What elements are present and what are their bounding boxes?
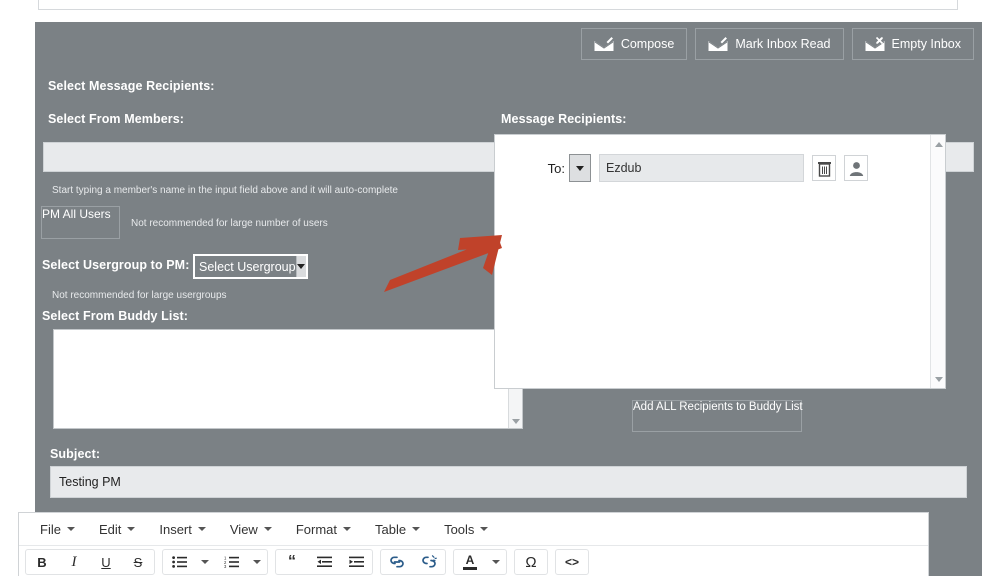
- menu-edit-label: Edit: [98, 521, 122, 537]
- editor-button-bar: B I U S 1 2 3 “ A Ω <>: [19, 546, 928, 578]
- editor-group-link: [380, 549, 446, 575]
- compose-button[interactable]: Compose: [580, 28, 688, 60]
- usergroup-hint: Not recommended for large usergroups: [52, 290, 227, 301]
- red-pointer-arrow: [384, 235, 502, 292]
- svg-text:3: 3: [224, 564, 227, 568]
- bold-icon[interactable]: B: [26, 550, 58, 574]
- mark-inbox-read-button[interactable]: Mark Inbox Read: [695, 28, 844, 60]
- pm-all-users-label: PM All Users: [42, 207, 111, 221]
- menu-table-label: Table: [375, 521, 407, 537]
- bullet-list-dropdown-icon[interactable]: [195, 550, 215, 574]
- recipient-type-dropdown[interactable]: [569, 154, 591, 182]
- italic-icon[interactable]: I: [58, 550, 90, 574]
- menu-tools-label: Tools: [444, 521, 475, 537]
- bullet-list-icon[interactable]: [163, 550, 195, 574]
- inbox-toolbar: Compose Mark Inbox Read Empty Inbox: [580, 28, 974, 60]
- select-usergroup-label: Select Usergroup to PM:: [42, 258, 190, 272]
- text-color-dropdown-icon[interactable]: [486, 550, 506, 574]
- select-from-members-label: Select From Members:: [48, 112, 185, 126]
- editor-group-lists: 1 2 3: [162, 549, 268, 575]
- menu-insert[interactable]: Insert: [148, 518, 217, 541]
- source-code-icon[interactable]: <>: [556, 550, 588, 574]
- editor-menubar: File Edit Insert View Format Table Tools: [19, 513, 928, 546]
- rich-text-editor: File Edit Insert View Format Table Tools…: [18, 512, 929, 576]
- unlink-icon[interactable]: [413, 550, 445, 574]
- menu-format[interactable]: Format: [285, 518, 362, 541]
- top-container-box: [38, 0, 958, 10]
- message-recipients-box: To:: [494, 134, 946, 389]
- chevron-down-icon: [295, 256, 306, 277]
- blockquote-icon[interactable]: “: [276, 550, 308, 574]
- recipient-name-input[interactable]: [599, 154, 804, 182]
- menu-view[interactable]: View: [219, 518, 283, 541]
- outdent-icon[interactable]: [308, 550, 340, 574]
- menu-table[interactable]: Table: [364, 518, 431, 541]
- recipient-row: To:: [495, 152, 925, 184]
- empty-inbox-label: Empty Inbox: [891, 37, 961, 51]
- menu-format-label: Format: [295, 521, 337, 537]
- buddy-list-box[interactable]: [53, 329, 523, 429]
- select-message-recipients-title: Select Message Recipients:: [48, 79, 215, 93]
- subject-label: Subject:: [50, 447, 101, 461]
- scroll-up-icon[interactable]: [931, 137, 946, 151]
- editor-group-color: A: [453, 549, 507, 575]
- recipients-scrollbar[interactable]: [930, 135, 945, 388]
- menu-insert-label: Insert: [159, 521, 192, 537]
- menu-edit[interactable]: Edit: [88, 518, 146, 541]
- private-message-panel: Compose Mark Inbox Read Empty Inbox Sele…: [35, 22, 982, 576]
- scroll-down-icon[interactable]: [509, 414, 523, 428]
- menu-view-label: View: [229, 521, 258, 537]
- recipient-to-label: To:: [547, 160, 565, 176]
- page-root: Compose Mark Inbox Read Empty Inbox Sele…: [0, 0, 993, 576]
- select-from-buddy-list-label: Select From Buddy List:: [42, 309, 189, 323]
- menu-file[interactable]: File: [29, 518, 86, 541]
- mark-inbox-read-label: Mark Inbox Read: [735, 37, 831, 51]
- add-all-recipients-label: Add ALL Recipients to Buddy List: [633, 401, 803, 413]
- message-recipients-label: Message Recipients:: [501, 112, 627, 126]
- menu-tools[interactable]: Tools: [433, 518, 499, 541]
- usergroup-select-value: Select Usergroup: [199, 259, 296, 274]
- text-color-icon[interactable]: A: [454, 550, 486, 574]
- underline-icon[interactable]: U: [90, 550, 122, 574]
- numbered-list-dropdown-icon[interactable]: [247, 550, 267, 574]
- trash-icon[interactable]: [812, 155, 836, 181]
- numbered-list-icon[interactable]: 1 2 3: [215, 550, 247, 574]
- strikethrough-icon[interactable]: S: [122, 550, 154, 574]
- user-avatar-icon[interactable]: [844, 155, 868, 181]
- compose-envelope-icon: [594, 36, 614, 52]
- special-character-icon[interactable]: Ω: [515, 550, 547, 574]
- editor-group-text-style: B I U S: [25, 549, 155, 575]
- pm-all-users-hint: Not recommended for large number of user…: [131, 218, 328, 229]
- menu-file-label: File: [40, 521, 61, 537]
- empty-inbox-envelope-icon: [865, 36, 885, 52]
- compose-button-label: Compose: [620, 37, 675, 51]
- mark-read-envelope-icon: [708, 36, 729, 52]
- link-icon[interactable]: [381, 550, 413, 574]
- editor-group-special-char: Ω: [514, 549, 548, 575]
- member-autocomplete-hint: Start typing a member's name in the inpu…: [52, 185, 398, 196]
- usergroup-select[interactable]: Select Usergroup: [193, 254, 308, 279]
- add-all-recipients-button[interactable]: Add ALL Recipients to Buddy List: [632, 400, 803, 432]
- scroll-down-icon[interactable]: [931, 372, 946, 386]
- subject-input[interactable]: [50, 466, 967, 498]
- empty-inbox-button[interactable]: Empty Inbox: [851, 28, 974, 60]
- indent-icon[interactable]: [340, 550, 372, 574]
- pm-all-users-button[interactable]: PM All Users: [41, 206, 120, 239]
- editor-group-source: <>: [555, 549, 589, 575]
- editor-group-paragraph: “: [275, 549, 373, 575]
